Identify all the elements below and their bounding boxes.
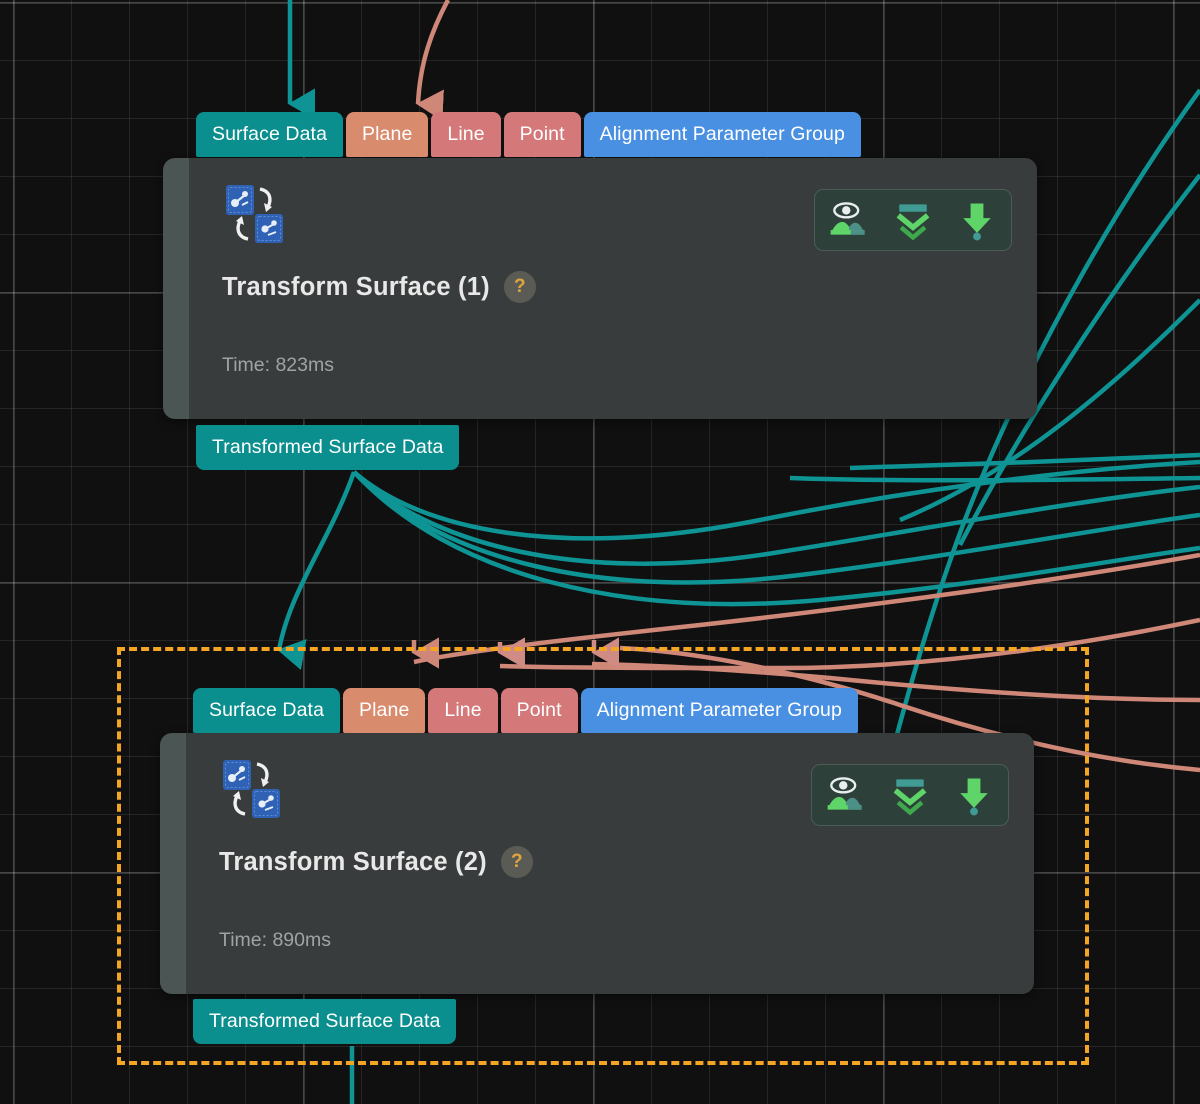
node2-collapse-chevrons-icon[interactable] xyxy=(886,771,934,819)
node1-collapse-chevrons-icon[interactable] xyxy=(889,196,937,244)
node2-port-point[interactable]: Point xyxy=(500,688,578,733)
node1-input-ports: Surface Data Plane Line Point Alignment … xyxy=(196,112,864,157)
node1-download-output-icon[interactable] xyxy=(953,196,1001,244)
node1-title: Transform Surface (1) xyxy=(222,272,490,301)
transform-surface-icon xyxy=(221,758,283,820)
node1-port-surface-data[interactable]: Surface Data xyxy=(196,112,344,157)
node2-port-surface-data[interactable]: Surface Data xyxy=(193,688,341,733)
node2-output-ports: Transformed Surface Data xyxy=(193,999,459,1044)
node1-output-ports: Transformed Surface Data xyxy=(196,425,462,470)
node2-port-alignment-parameter-group[interactable]: Alignment Parameter Group xyxy=(580,688,858,733)
node2-body[interactable]: Transform Surface (2) ? Time: 890ms xyxy=(160,733,1034,994)
node-graph-canvas[interactable]: Surface Data Plane Line Point Alignment … xyxy=(0,0,1200,1104)
node2-port-line[interactable]: Line xyxy=(428,688,498,733)
node2-title-row: Transform Surface (2) ? xyxy=(219,846,533,878)
transform-surface-icon xyxy=(224,183,286,245)
node1-toolbar xyxy=(814,189,1012,251)
node2-input-ports: Surface Data Plane Line Point Alignment … xyxy=(193,688,861,733)
node1-port-point[interactable]: Point xyxy=(503,112,581,157)
node1-accent-strip xyxy=(163,158,189,419)
node1-title-row: Transform Surface (1) ? xyxy=(222,271,536,303)
node1-execution-time: Time: 823ms xyxy=(222,354,334,376)
node1-help-icon[interactable]: ? xyxy=(503,271,536,303)
node2-title: Transform Surface (2) xyxy=(219,847,487,876)
node2-port-plane[interactable]: Plane xyxy=(343,688,426,733)
node2-help-icon[interactable]: ? xyxy=(500,846,533,878)
node2-preview-visibility-icon[interactable] xyxy=(822,771,870,819)
node1-port-plane[interactable]: Plane xyxy=(346,112,429,157)
node2-accent-strip xyxy=(160,733,186,994)
node1-port-transformed-surface-data[interactable]: Transformed Surface Data xyxy=(196,425,460,470)
node1-port-alignment-parameter-group[interactable]: Alignment Parameter Group xyxy=(583,112,861,157)
node2-download-output-icon[interactable] xyxy=(950,771,998,819)
node2-execution-time: Time: 890ms xyxy=(219,929,331,951)
node1-body[interactable]: Transform Surface (1) ? Time: 823ms xyxy=(163,158,1037,419)
node2-toolbar xyxy=(811,764,1009,826)
node2-port-transformed-surface-data[interactable]: Transformed Surface Data xyxy=(193,999,457,1044)
node1-port-line[interactable]: Line xyxy=(431,112,501,157)
node1-preview-visibility-icon[interactable] xyxy=(825,196,873,244)
